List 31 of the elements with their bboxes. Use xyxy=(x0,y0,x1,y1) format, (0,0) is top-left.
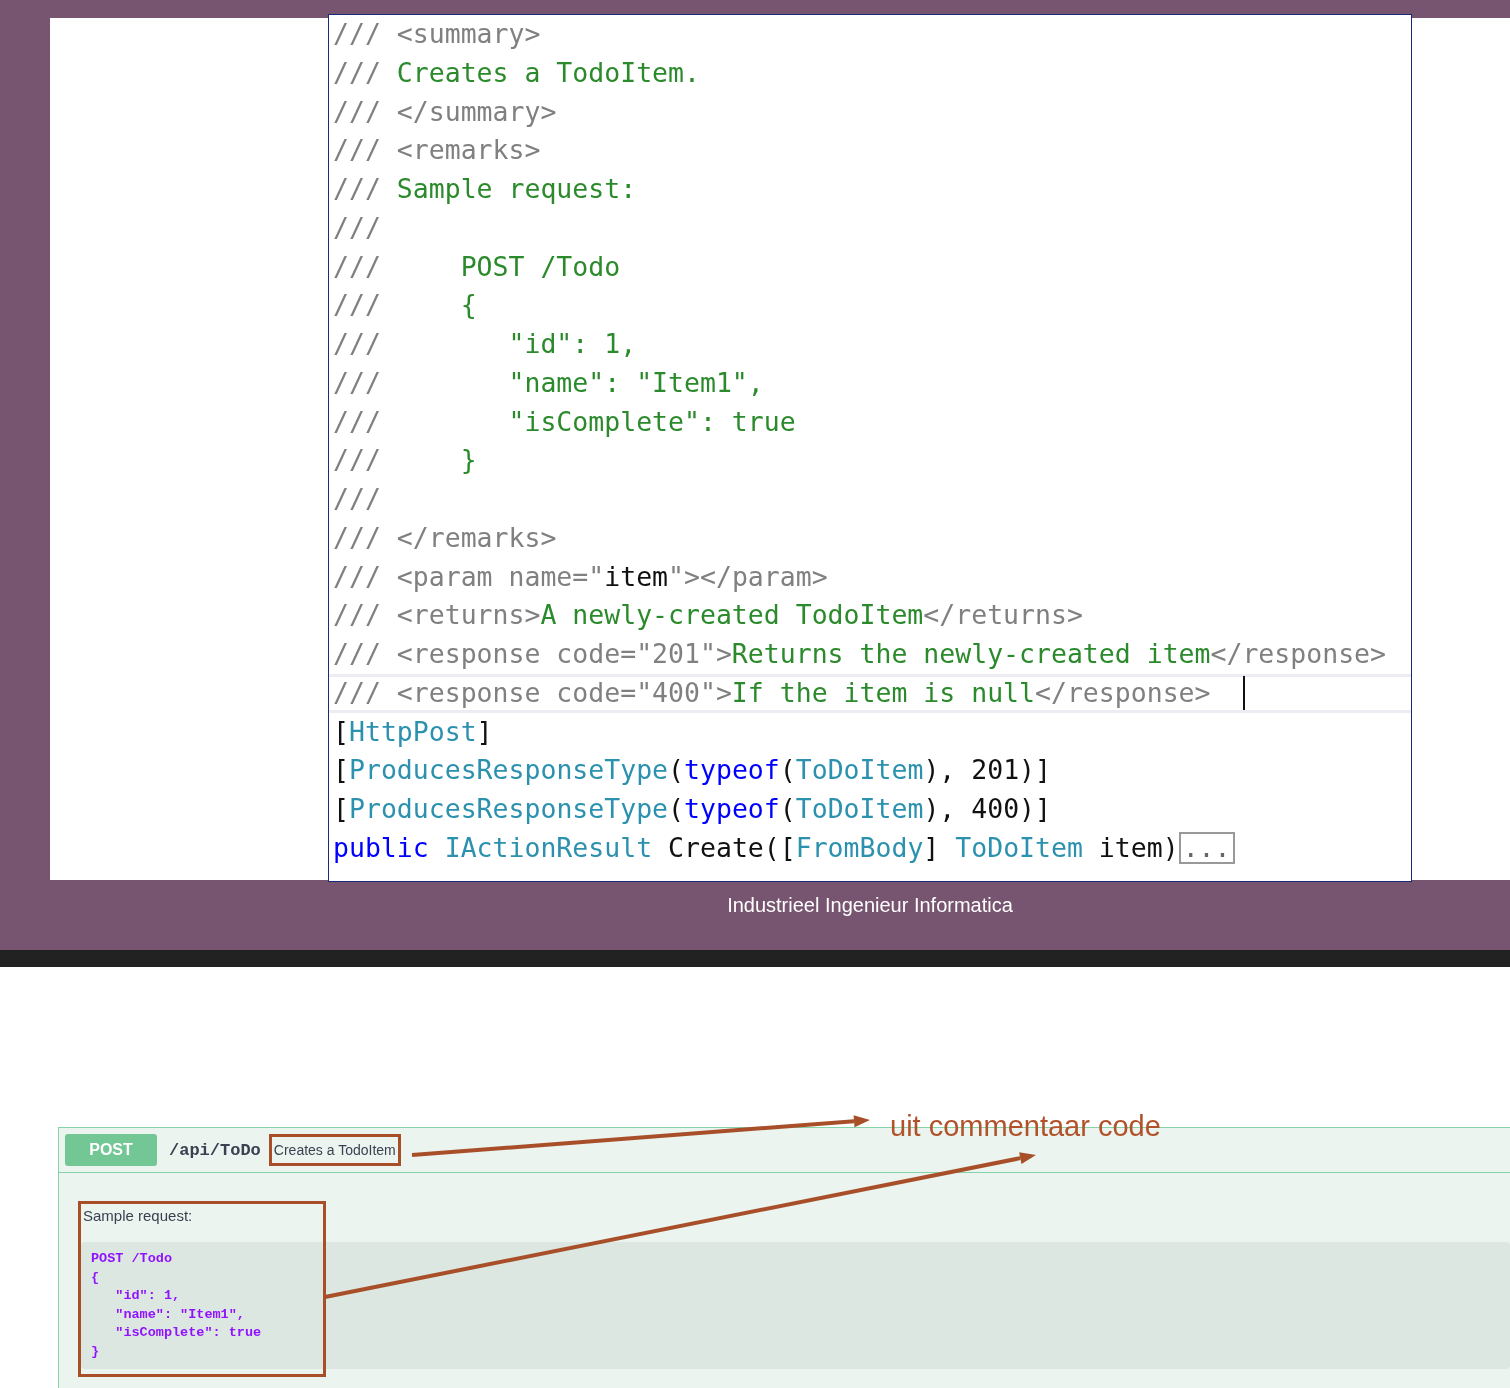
description-text: Sample request: xyxy=(83,1207,194,1224)
code-line: /// "id": 1, xyxy=(333,331,637,358)
code-line: /// <returns>A newly-created TodoItem</returns> xyxy=(333,602,1083,629)
code-line: /// <response code="400">If the item is null</response> xyxy=(333,679,1211,707)
code-line: /// "name": "Item1", xyxy=(333,369,764,397)
slide-footer: Industrieel Ingenieur Informatica xyxy=(328,894,1412,917)
code-line: /// xyxy=(333,214,381,242)
code-line: [ProducesResponseType(typeof(ToDoItem), 400)] xyxy=(333,796,1051,823)
annotation-label: uit commentaar code xyxy=(890,1110,1161,1143)
endpoint-path[interactable]: /api/ToDo xyxy=(169,1140,261,1160)
code-line: /// { xyxy=(333,292,477,319)
code-line: /// <remarks> xyxy=(333,137,541,164)
code-line: /// "isComplete": true xyxy=(333,408,796,436)
code-line: /// Creates a TodoItem. xyxy=(333,59,700,87)
code-line: [ProducesResponseType(typeof(ToDoItem), 201)] xyxy=(333,757,1051,784)
code-line: /// </remarks> xyxy=(333,524,557,552)
code-line: /// <summary> xyxy=(333,21,541,48)
code-line: /// Sample request: xyxy=(333,176,637,203)
code-line: /// } xyxy=(333,447,477,474)
sample-code-block: POST /Todo { "id": 1, "name": "Item1", "isComplete": true } xyxy=(81,1242,1510,1369)
code-line: /// POST /Todo xyxy=(333,253,621,281)
code-line: [HttpPost] xyxy=(333,718,493,746)
code-line: /// <param name="item"></param> xyxy=(333,563,828,591)
code-line: public IActionResult Create([FromBody] ToDoItem item) xyxy=(333,834,1179,862)
code-line: /// xyxy=(333,486,381,513)
text-caret xyxy=(1242,676,1245,711)
collapsed-code-marker[interactable]: ... xyxy=(1178,831,1235,865)
code-line: /// <response code="201">Returns the newly-created item</response> xyxy=(333,641,1386,668)
endpoint-summary: Creates a TodoItem xyxy=(268,1134,401,1166)
method-badge: POST xyxy=(65,1134,157,1166)
code-line: /// </summary> xyxy=(333,98,557,126)
